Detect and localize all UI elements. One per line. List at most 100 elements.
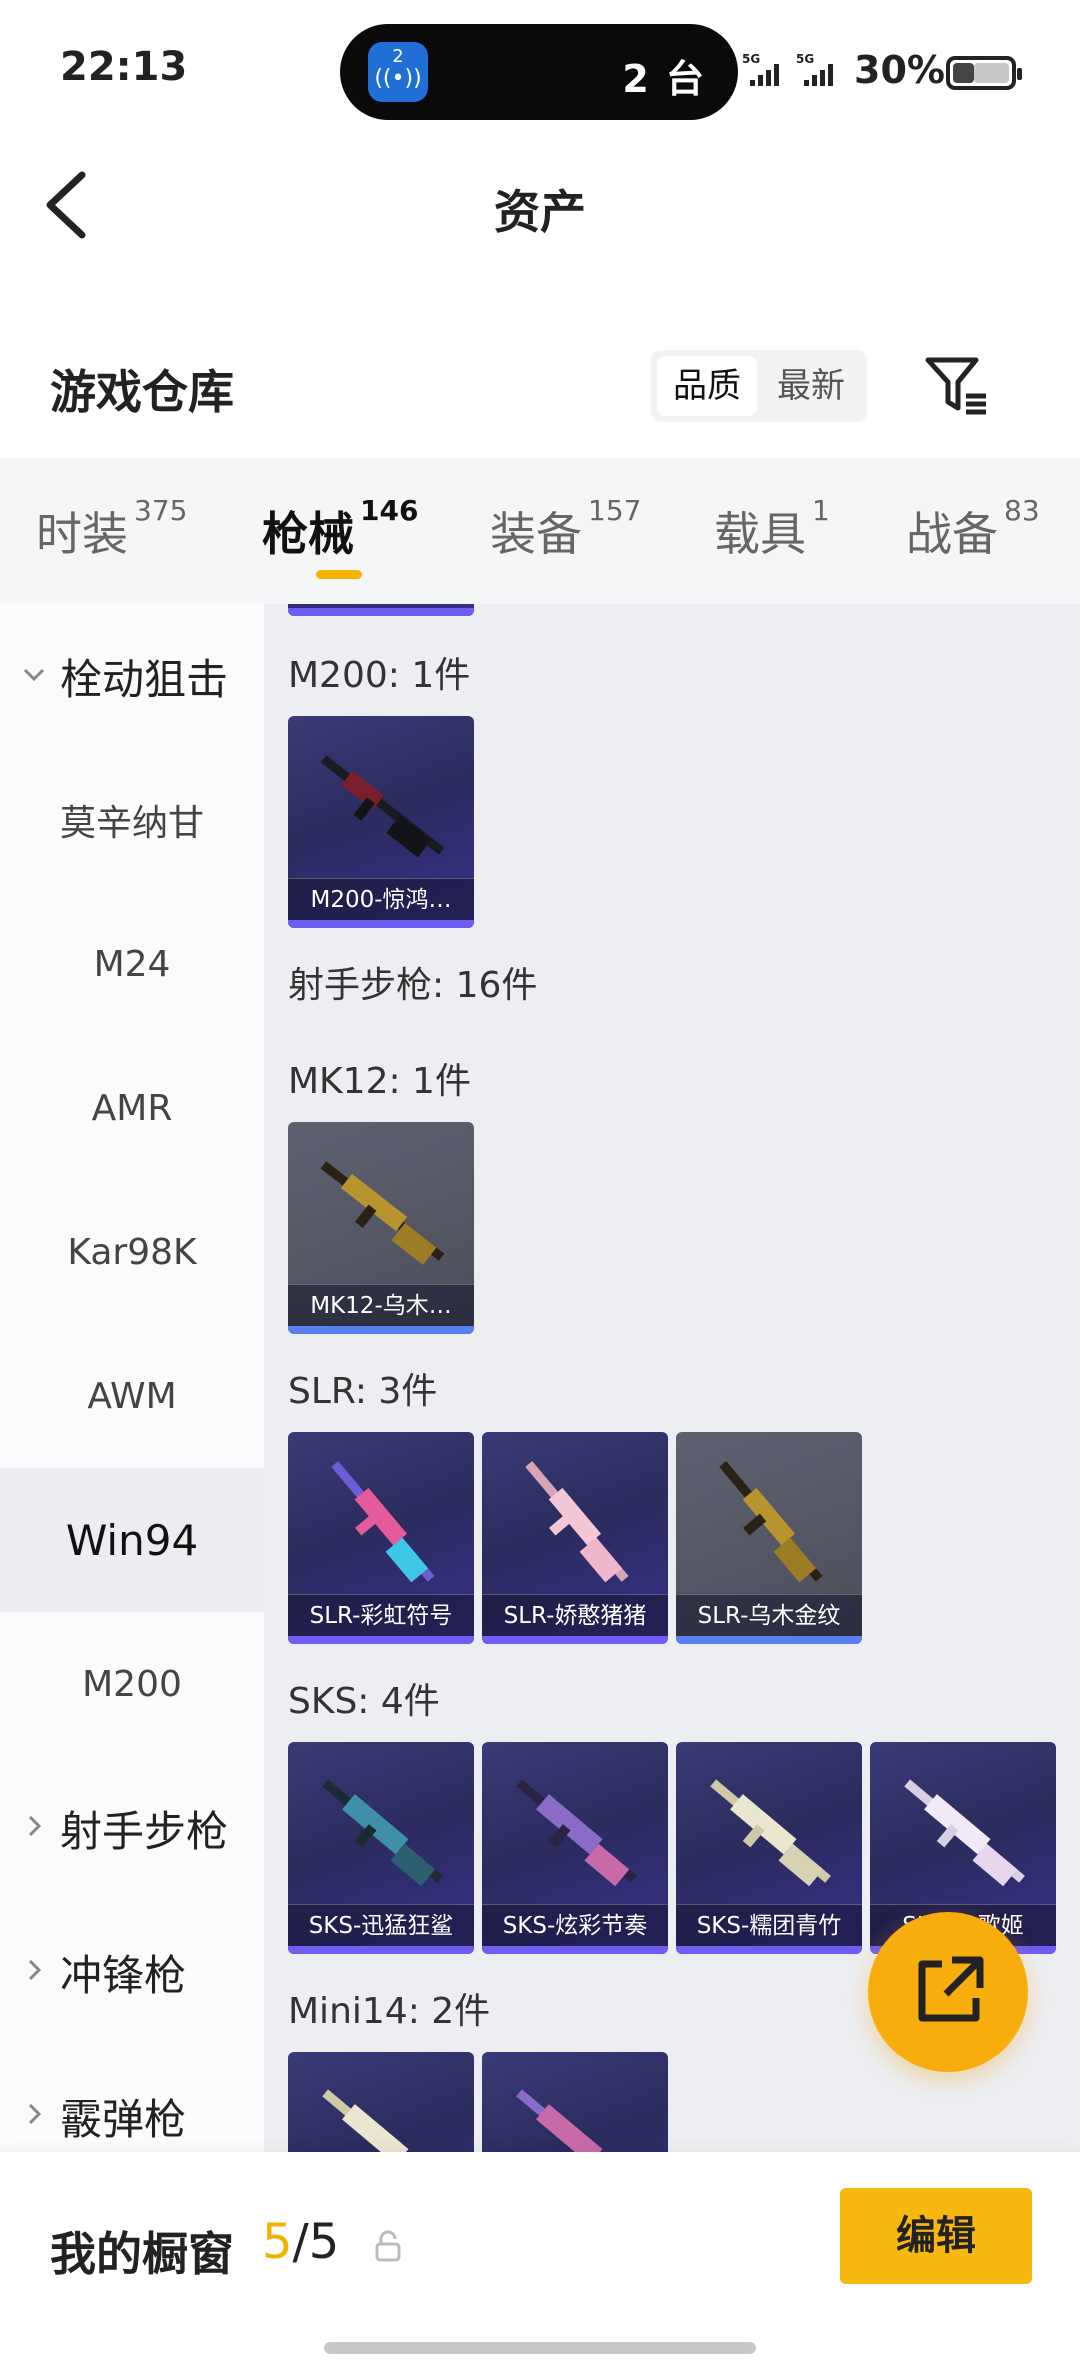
section-heading: Mini14: 2件 <box>288 1991 491 2032</box>
showcase-total: 5 <box>308 2214 340 2270</box>
island-text: 2 台 <box>622 57 706 101</box>
weapon-card-label: MK12-乌木… <box>288 1284 474 1326</box>
sidebar-item-win94[interactable]: Win94 <box>0 1468 264 1612</box>
chevron-right-icon <box>28 1815 42 1837</box>
rifle-icon <box>516 1779 637 1887</box>
tab-label: 时装 <box>36 507 128 561</box>
tab-firearms[interactable]: 枪械 146 <box>262 494 418 564</box>
rifle-icon <box>516 2089 637 2152</box>
active-tab-indicator <box>316 570 362 579</box>
rifle-icon <box>525 1461 629 1583</box>
weapon-card[interactable] <box>288 2052 474 2152</box>
showcase-bar: 我的橱窗 5/5 编辑 <box>0 2152 1080 2376</box>
weapon-card[interactable] <box>288 604 474 616</box>
sidebar-item-m24[interactable]: M24 <box>0 892 264 1036</box>
section-heading: MK12: 1件 <box>288 1061 471 1102</box>
page-title: 资产 <box>494 185 586 239</box>
chevron-right-icon <box>28 1959 42 1981</box>
sidebar-item-label: Kar98K <box>67 1231 197 1273</box>
section-heading: M200: 1件 <box>288 655 471 696</box>
chevron-down-icon <box>23 668 45 682</box>
weapon-card-label: SLR-乌木金纹 <box>676 1594 862 1636</box>
tab-equipment[interactable]: 装备 157 <box>490 494 641 564</box>
showcase-current: 5 <box>262 2214 293 2270</box>
tab-count: 157 <box>588 494 642 527</box>
rifle-icon <box>322 2089 443 2152</box>
sidebar-item-label: 栓动狙击 <box>60 654 229 704</box>
weapon-card-label: M200-惊鸿… <box>288 878 474 920</box>
category-tabs: 时装 375 枪械 146 装备 157 载具 1 战备 83 <box>0 458 1080 604</box>
showcase-count: 5/5 <box>262 2214 339 2270</box>
sidebar-item-label: AWM <box>87 1375 177 1417</box>
sidebar-group-smg[interactable]: 冲锋枪 <box>0 1900 264 2044</box>
sort-toggle: 品质 最新 <box>651 350 867 422</box>
weapon-card[interactable]: SLR-乌木金纹 <box>676 1432 862 1644</box>
sidebar-item-awm[interactable]: AWM <box>0 1324 264 1468</box>
app-screen: 22:13 2 ((•)) 2 台 5G 5G 30% 资产 游戏仓库 品质 最… <box>0 0 1080 2376</box>
rifle-icon <box>320 1161 445 1265</box>
sort-option-quality[interactable]: 品质 <box>657 356 757 416</box>
sidebar-item-label: 射手步枪 <box>60 1806 229 1856</box>
sidebar-item-label: M200 <box>82 1663 182 1705</box>
rifle-icon <box>320 755 445 858</box>
home-indicator[interactable] <box>324 2342 756 2354</box>
tab-label: 载具 <box>714 507 806 561</box>
status-bar: 22:13 2 ((•)) 2 台 5G 5G 30% <box>0 0 1080 130</box>
status-time: 22:13 <box>60 44 188 90</box>
weapon-card[interactable]: M200-惊鸿… <box>288 716 474 928</box>
lock-icon[interactable] <box>374 2230 402 2262</box>
sidebar-item-label: AMR <box>91 1087 173 1129</box>
weapon-card-label: SLR-彩虹符号 <box>288 1594 474 1636</box>
dynamic-island[interactable]: 2 ((•)) 2 台 <box>340 24 738 120</box>
tab-fashion[interactable]: 时装 375 <box>36 494 187 564</box>
sidebar-item-mosin[interactable]: 莫辛纳甘 <box>0 748 264 892</box>
weapon-card-label: SLR-娇憨猪猪 <box>482 1594 668 1636</box>
edit-button[interactable]: 编辑 <box>840 2188 1032 2284</box>
weapon-card[interactable]: SKS-糯团青竹 <box>676 1742 862 1954</box>
section-heading: SLR: 3件 <box>288 1371 438 1412</box>
weapon-card[interactable]: SLR-彩虹符号 <box>288 1432 474 1644</box>
sidebar-item-kar98k[interactable]: Kar98K <box>0 1180 264 1324</box>
rifle-icon <box>322 1779 443 1887</box>
tab-combat-supplies[interactable]: 战备 83 <box>906 494 1040 564</box>
section-heading: SKS: 4件 <box>288 1681 440 1722</box>
sidebar-item-m200[interactable]: M200 <box>0 1612 264 1756</box>
weapon-card[interactable]: SKS-炫彩节奏 <box>482 1742 668 1954</box>
warehouse-title: 游戏仓库 <box>50 365 234 419</box>
sidebar-item-label: 霰弹枪 <box>60 2094 187 2144</box>
filter-icon[interactable] <box>924 356 988 416</box>
rifle-icon <box>710 1779 831 1887</box>
rifle-icon <box>719 1461 823 1583</box>
island-app-badge: 2 <box>392 46 404 67</box>
share-external-icon[interactable] <box>868 1912 1028 2072</box>
chevron-right-icon <box>28 2103 42 2125</box>
tab-label: 枪械 <box>262 507 354 561</box>
weapon-card[interactable] <box>482 2052 668 2152</box>
sidebar-group-bolt-action[interactable]: 栓动狙击 <box>0 604 264 748</box>
sidebar-item-label: Win94 <box>65 1515 199 1565</box>
weapon-card[interactable]: MK12-乌木… <box>288 1122 474 1334</box>
signal-icon: 5G <box>796 52 842 88</box>
sidebar-item-amr[interactable]: AMR <box>0 1036 264 1180</box>
sidebar-group-marksman[interactable]: 射手步枪 <box>0 1756 264 1900</box>
weapon-card[interactable]: SLR-娇憨猪猪 <box>482 1432 668 1644</box>
sidebar-group-shotgun[interactable]: 霰弹枪 <box>0 2044 264 2152</box>
tab-count: 1 <box>812 494 830 527</box>
weapon-card[interactable]: SKS-迅猛狂鲨 <box>288 1742 474 1954</box>
broadcast-icon: 2 ((•)) <box>368 42 428 102</box>
tab-count: 83 <box>1004 494 1040 527</box>
tab-label: 装备 <box>490 507 582 561</box>
weapon-sidebar[interactable]: 栓动狙击 莫辛纳甘 M24 AMR Kar98K AWM Win94 M200 … <box>0 604 264 2152</box>
weapon-card-label: SKS-糯团青竹 <box>676 1904 862 1946</box>
weapon-card-label: SKS-炫彩节奏 <box>482 1904 668 1946</box>
tab-count: 146 <box>360 494 419 527</box>
battery-percent: 30% <box>854 48 945 92</box>
rifle-icon <box>331 1461 435 1583</box>
section-heading: 射手步枪: 16件 <box>288 965 538 1006</box>
weapon-card-label: SKS-迅猛狂鲨 <box>288 1904 474 1946</box>
tab-vehicles[interactable]: 载具 1 <box>714 494 830 564</box>
sort-option-newest[interactable]: 最新 <box>761 356 861 416</box>
rifle-icon <box>904 1779 1025 1887</box>
battery-icon <box>946 56 1022 90</box>
signal-icon: 5G <box>742 52 782 88</box>
